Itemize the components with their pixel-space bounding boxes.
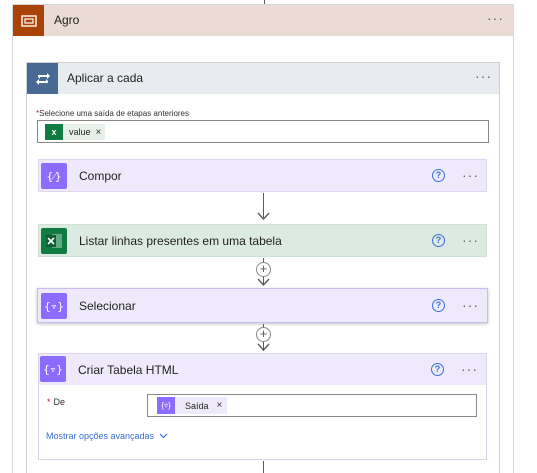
excel-icon — [41, 228, 67, 254]
loop-icon — [27, 63, 58, 94]
connector-bottom — [263, 461, 264, 473]
select-more-icon[interactable]: ··· — [462, 298, 479, 312]
compose-action[interactable]: {⁄} Compor ? ··· — [38, 159, 487, 192]
advanced-options-label: Mostrar opções avançadas — [46, 431, 155, 441]
select-action[interactable]: {▿} Selecionar ? ··· — [37, 288, 488, 323]
scope-icon — [13, 5, 44, 36]
scope-more-icon[interactable]: ··· — [487, 11, 504, 25]
help-icon[interactable]: ? — [432, 234, 445, 247]
html-table-title: Criar Tabela HTML — [78, 363, 179, 377]
arrow-down-icon — [257, 278, 270, 287]
loop-field-input[interactable]: x value × — [37, 120, 489, 143]
scope-header[interactable]: Agro ··· — [13, 5, 513, 36]
loop-field-label: Selecione uma saída de etapas anteriores — [39, 109, 189, 118]
loop-more-icon[interactable]: ··· — [475, 69, 492, 83]
list-rows-title: Listar linhas presentes em uma tabela — [79, 234, 282, 248]
compose-title: Compor — [79, 169, 122, 183]
help-icon[interactable]: ? — [432, 299, 445, 312]
help-icon[interactable]: ? — [432, 169, 445, 182]
arrow-down-icon — [257, 212, 270, 221]
token-remove-icon[interactable]: × — [217, 400, 223, 411]
add-step-icon[interactable]: + — [256, 327, 271, 342]
select-icon: {▿} — [157, 397, 175, 414]
select-icon: {▿} — [40, 356, 66, 382]
output-token[interactable]: {▿} Saída × — [157, 397, 228, 414]
scope-title: Agro — [54, 13, 80, 27]
loop-title: Aplicar a cada — [67, 71, 144, 85]
token-remove-icon[interactable]: × — [96, 127, 102, 138]
output-token-label: Saída — [185, 400, 209, 411]
compose-more-icon[interactable]: ··· — [462, 168, 479, 182]
select-icon: {▿} — [41, 293, 67, 319]
loop-field-label-wrap: *Selecione uma saída de etapas anteriore… — [36, 109, 189, 118]
value-token-label: value — [69, 127, 91, 137]
compose-icon: {⁄} — [41, 163, 67, 189]
value-token[interactable]: x value × — [45, 124, 106, 140]
help-icon[interactable]: ? — [431, 363, 444, 376]
select-title: Selecionar — [79, 299, 136, 313]
from-label-wrap: * De — [47, 397, 65, 407]
html-table-header[interactable]: {▿} Criar Tabela HTML ? ··· — [39, 354, 486, 385]
list-rows-more-icon[interactable]: ··· — [462, 233, 479, 247]
advanced-options-link[interactable]: Mostrar opções avançadas — [46, 431, 168, 441]
html-table-more-icon[interactable]: ··· — [461, 362, 478, 376]
from-label: De — [53, 397, 66, 407]
loop-header[interactable]: Aplicar a cada ··· — [27, 63, 499, 94]
list-rows-action[interactable]: Listar linhas presentes em uma tabela ? … — [38, 224, 487, 257]
excel-icon: x — [45, 124, 63, 140]
from-field-input[interactable]: {▿} Saída × — [147, 394, 477, 417]
chevron-down-icon — [159, 433, 168, 439]
required-marker: * — [47, 397, 51, 407]
add-step-icon[interactable]: + — [256, 262, 271, 277]
arrow-down-icon — [257, 343, 270, 352]
